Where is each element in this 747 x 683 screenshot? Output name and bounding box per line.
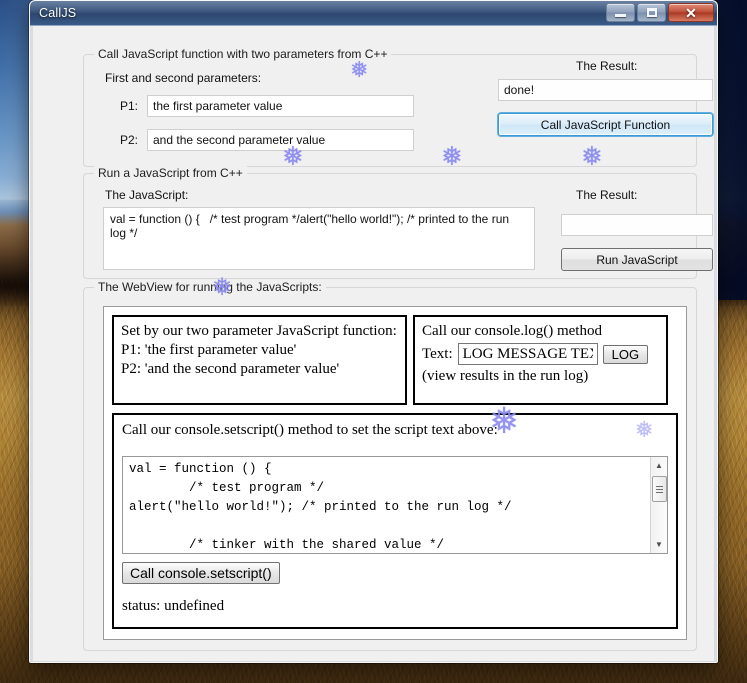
minimize-icon xyxy=(615,14,626,17)
panel-console-log-note: (view results in the run log) xyxy=(422,368,589,384)
maximize-button[interactable] xyxy=(637,3,666,22)
scroll-up-icon[interactable]: ▲ xyxy=(651,457,668,474)
close-icon: ✕ xyxy=(685,4,697,21)
log-text-label: Text: xyxy=(422,345,453,362)
call-javascript-function-button[interactable]: Call JavaScript Function xyxy=(498,113,713,136)
call-result-field[interactable] xyxy=(498,79,713,101)
group-call-javascript: Call JavaScript function with two parame… xyxy=(83,47,713,167)
group-webview-legend: The WebView for running the JavaScripts: xyxy=(94,280,326,294)
call-result-label: The Result: xyxy=(576,59,638,73)
group-run-javascript-legend: Run a JavaScript from C++ xyxy=(94,166,247,180)
panel-setscript-heading: Call our console.setscript() method to s… xyxy=(122,422,498,438)
setscript-textarea[interactable]: val = function () { /* test program */ a… xyxy=(122,456,668,554)
call-setscript-button[interactable]: Call console.setscript() xyxy=(122,562,280,584)
maximize-icon xyxy=(646,8,657,17)
group-webview: The WebView for running the JavaScripts:… xyxy=(83,280,697,651)
panel-parameters-heading: Set by our two parameter JavaScript func… xyxy=(121,323,397,339)
setscript-textarea-text: val = function () { /* test program */ a… xyxy=(129,462,512,552)
scrollbar-thumb[interactable] xyxy=(651,476,667,502)
p1-label: P1: xyxy=(120,99,139,113)
panel-console-log: Call our console.log() method Text: LOG … xyxy=(413,315,668,405)
close-button[interactable]: ✕ xyxy=(668,3,714,22)
window-client-area: Call JavaScript function with two parame… xyxy=(30,26,717,662)
run-result-field[interactable] xyxy=(561,214,713,236)
panel-parameters-p2: P2: 'and the second parameter value' xyxy=(121,361,340,377)
panel-parameters-p1: P1: 'the first parameter value' xyxy=(121,342,297,358)
panel-parameters: Set by our two parameter JavaScript func… xyxy=(112,315,407,405)
setscript-status: status: undefined xyxy=(122,598,225,614)
group-run-javascript: Run a JavaScript from C++ The JavaScript… xyxy=(83,166,713,279)
p2-label: P2: xyxy=(120,133,139,147)
group-call-javascript-legend: Call JavaScript function with two parame… xyxy=(94,47,392,61)
webview-content[interactable]: Set by our two parameter JavaScript func… xyxy=(103,306,687,640)
setscript-scrollbar[interactable]: ▲ ▼ xyxy=(650,457,667,553)
log-text-input[interactable] xyxy=(457,343,598,365)
app-window: CallJS ✕ Call JavaScript function with t… xyxy=(29,0,718,663)
panel-console-log-heading: Call our console.log() method xyxy=(422,323,602,339)
webview-top-row: Set by our two parameter JavaScript func… xyxy=(112,315,678,405)
p2-input[interactable] xyxy=(147,129,414,151)
window-titlebar[interactable]: CallJS ✕ xyxy=(30,1,717,26)
scrollbar-grip-icon xyxy=(655,485,663,493)
window-title: CallJS xyxy=(39,6,77,20)
minimize-button[interactable] xyxy=(606,3,635,22)
p1-input[interactable] xyxy=(147,95,414,117)
javascript-source-input[interactable]: val = function () { /* test program */al… xyxy=(103,207,535,270)
run-javascript-button[interactable]: Run JavaScript xyxy=(561,248,713,271)
scroll-down-icon[interactable]: ▼ xyxy=(651,536,668,553)
javascript-label: The JavaScript: xyxy=(105,188,189,202)
log-button[interactable]: LOG xyxy=(602,344,649,364)
window-controls: ✕ xyxy=(606,3,714,22)
parameters-label: First and second parameters: xyxy=(105,71,262,85)
panel-setscript: Call our console.setscript() method to s… xyxy=(112,413,678,629)
run-result-label: The Result: xyxy=(576,188,638,202)
